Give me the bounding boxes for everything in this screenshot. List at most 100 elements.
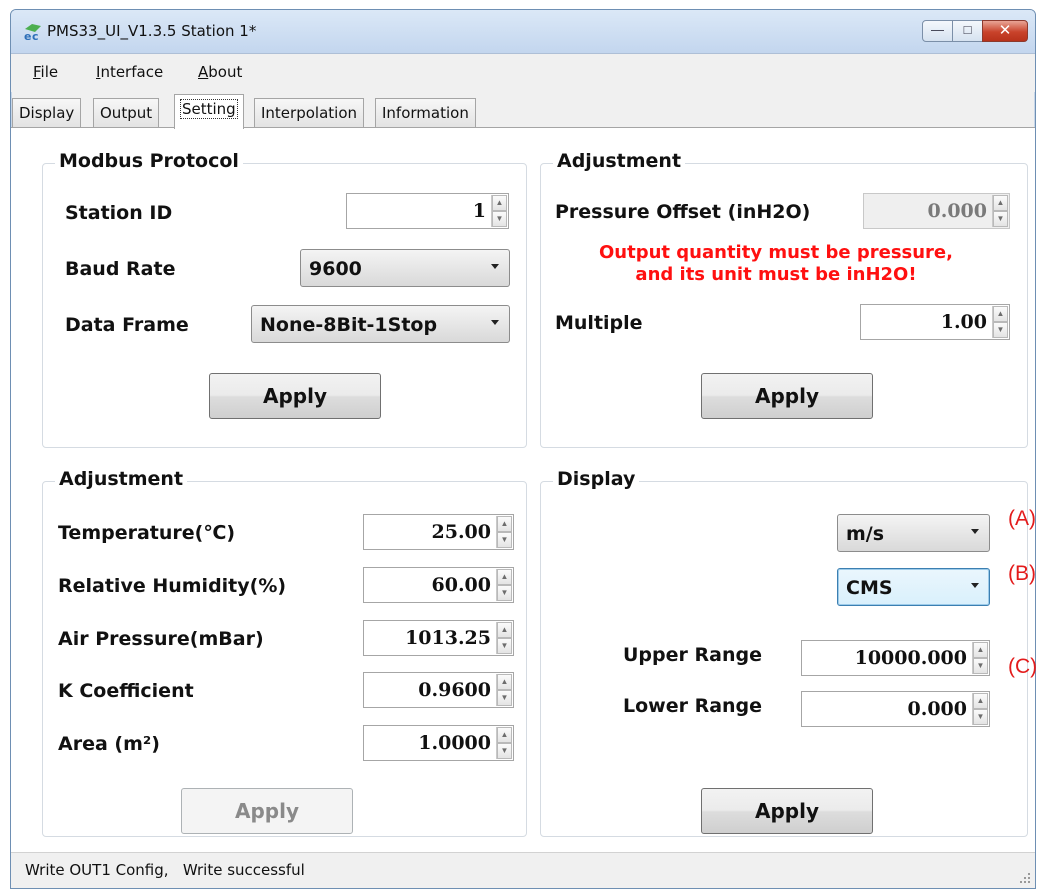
station-id-arrows[interactable]: ▲ ▼ [491, 195, 507, 227]
svg-text:e: e [24, 30, 31, 41]
pressure-offset-label: Pressure Offset (inH2O) [555, 201, 811, 223]
tab-setting-label: Setting [180, 99, 238, 119]
annotation-c: (C) [1008, 655, 1038, 678]
display-apply-button[interactable]: Apply [701, 788, 873, 834]
multiple-value: 1.00 [940, 311, 987, 333]
temperature-spinner[interactable]: 25.00 ▲ ▼ [363, 514, 514, 550]
spin-down-icon[interactable]: ▼ [993, 322, 1008, 338]
area-arrows[interactable]: ▲ ▼ [496, 727, 512, 759]
area-spinner[interactable]: 1.0000 ▲ ▼ [363, 725, 514, 761]
upper-range-spinner[interactable]: 10000.000 ▲ ▼ [801, 640, 990, 676]
spin-up-icon[interactable]: ▲ [993, 306, 1008, 322]
status-message: Write OUT1 Config, Write successful [25, 861, 305, 879]
spin-down-icon[interactable]: ▼ [973, 658, 988, 674]
environment-adjustment-group: Adjustment Temperature(℃) 25.00 ▲ ▼ Relat… [42, 468, 527, 837]
pressure-warning-line2: and its unit must be inH2O! [635, 264, 917, 285]
svg-text:c: c [32, 30, 39, 41]
app-window: e c PMS33_UI_V1.3.5 Station 1* — □ ✕ Fil… [10, 9, 1036, 889]
menu-about[interactable]: About [198, 63, 242, 81]
spin-up-icon[interactable]: ▲ [497, 516, 512, 532]
title-bar[interactable]: e c PMS33_UI_V1.3.5 Station 1* — □ ✕ [11, 10, 1035, 54]
app-icon: e c [24, 24, 41, 41]
environment-apply-button: Apply [181, 788, 353, 834]
air-pressure-label: Air Pressure(mBar) [58, 628, 264, 650]
menu-interface[interactable]: Interface [96, 63, 163, 81]
window-controls: — □ ✕ [922, 20, 1028, 42]
minimize-button[interactable]: — [922, 20, 953, 42]
data-frame-value: None-8Bit-1Stop [260, 314, 438, 336]
chevron-down-icon [491, 320, 499, 325]
spin-up-icon[interactable]: ▲ [492, 195, 507, 211]
maximize-button[interactable]: □ [952, 20, 983, 42]
spin-down-icon[interactable]: ▼ [497, 638, 512, 654]
spin-up-icon[interactable]: ▲ [497, 727, 512, 743]
station-id-spinner[interactable]: 1 ▲ ▼ [346, 193, 509, 229]
k-coefficient-spinner[interactable]: 0.9600 ▲ ▼ [363, 672, 514, 708]
tab-information-label: Information [382, 104, 469, 122]
status-bar: Write OUT1 Config, Write successful [11, 852, 1035, 888]
tab-display[interactable]: Display [12, 98, 82, 128]
spin-down-icon[interactable]: ▼ [492, 211, 507, 227]
k-coefficient-arrows[interactable]: ▲ ▼ [496, 674, 512, 706]
resize-grip-icon[interactable] [1019, 872, 1031, 884]
lower-range-spinner[interactable]: 0.000 ▲ ▼ [801, 691, 990, 727]
multiple-spinner[interactable]: 1.00 ▲ ▼ [860, 304, 1010, 340]
spin-down-icon[interactable]: ▼ [497, 585, 512, 601]
k-coefficient-label: K Coefficient [58, 680, 194, 702]
spin-up-icon: ▲ [993, 195, 1008, 211]
spin-up-icon[interactable]: ▲ [497, 569, 512, 585]
spin-up-icon[interactable]: ▲ [973, 693, 988, 709]
spin-down-icon[interactable]: ▼ [497, 532, 512, 548]
multiple-arrows[interactable]: ▲ ▼ [992, 306, 1008, 338]
spin-up-icon[interactable]: ▲ [497, 674, 512, 690]
chevron-down-icon [971, 583, 979, 588]
baud-rate-value: 9600 [309, 258, 362, 280]
temperature-arrows[interactable]: ▲ ▼ [496, 516, 512, 548]
multiple-label: Multiple [555, 312, 643, 334]
close-button[interactable]: ✕ [982, 20, 1028, 42]
annotation-b: (B) [1008, 562, 1036, 585]
humidity-arrows[interactable]: ▲ ▼ [496, 569, 512, 601]
tab-strip: Display Output Setting Interpolation Inf… [11, 94, 1035, 129]
humidity-spinner[interactable]: 60.00 ▲ ▼ [363, 567, 514, 603]
upper-range-value: 10000.000 [854, 647, 967, 669]
modbus-apply-button[interactable]: Apply [209, 373, 381, 419]
minimize-icon: — [931, 22, 944, 37]
flow-unit-select-value: CMS [846, 577, 893, 599]
tab-setting[interactable]: Setting [174, 94, 244, 129]
lower-range-arrows[interactable]: ▲ ▼ [972, 693, 988, 725]
pressure-adjustment-title: Adjustment [553, 150, 686, 172]
annotation-a: (A) [1008, 507, 1036, 530]
spin-up-icon[interactable]: ▲ [973, 642, 988, 658]
tab-information[interactable]: Information [375, 98, 476, 128]
pressure-adjustment-group: Adjustment Pressure Offset (inH2O) 0.000… [540, 150, 1028, 448]
spin-down-icon[interactable]: ▼ [497, 743, 512, 759]
area-label: Area (m²) [58, 733, 160, 755]
baud-rate-select[interactable]: 9600 [300, 249, 510, 287]
station-id-label: Station ID [65, 202, 173, 224]
pressure-apply-button[interactable]: Apply [701, 373, 873, 419]
upper-range-label: Upper Range [623, 644, 762, 666]
unit-select[interactable]: m/s [837, 514, 990, 552]
spin-up-icon[interactable]: ▲ [497, 622, 512, 638]
spin-down-icon[interactable]: ▼ [973, 709, 988, 725]
tab-output[interactable]: Output [93, 98, 160, 128]
lower-range-value: 0.000 [907, 698, 968, 720]
tab-interpolation-label: Interpolation [261, 104, 357, 122]
modbus-protocol-group: Modbus Protocol Station ID 1 ▲ ▼ Baud Rat… [42, 150, 527, 448]
temperature-value: 25.00 [431, 521, 492, 543]
tab-interpolation[interactable]: Interpolation [254, 98, 364, 128]
pressure-offset-value: 0.000 [927, 200, 988, 222]
menu-bar: File Interface About [11, 54, 1035, 92]
air-pressure-spinner[interactable]: 1013.25 ▲ ▼ [363, 620, 514, 656]
spin-down-icon[interactable]: ▼ [497, 690, 512, 706]
upper-range-arrows[interactable]: ▲ ▼ [972, 642, 988, 674]
humidity-label: Relative Humidity(%) [58, 575, 287, 597]
unit-select-value: m/s [846, 523, 885, 545]
flow-unit-select[interactable]: CMS [837, 568, 990, 606]
air-pressure-arrows[interactable]: ▲ ▼ [496, 622, 512, 654]
pressure-offset-spinner: 0.000 ▲ ▼ [863, 193, 1010, 229]
data-frame-select[interactable]: None-8Bit-1Stop [251, 305, 510, 343]
menu-file[interactable]: File [33, 63, 58, 81]
display-title: Display [553, 468, 640, 490]
